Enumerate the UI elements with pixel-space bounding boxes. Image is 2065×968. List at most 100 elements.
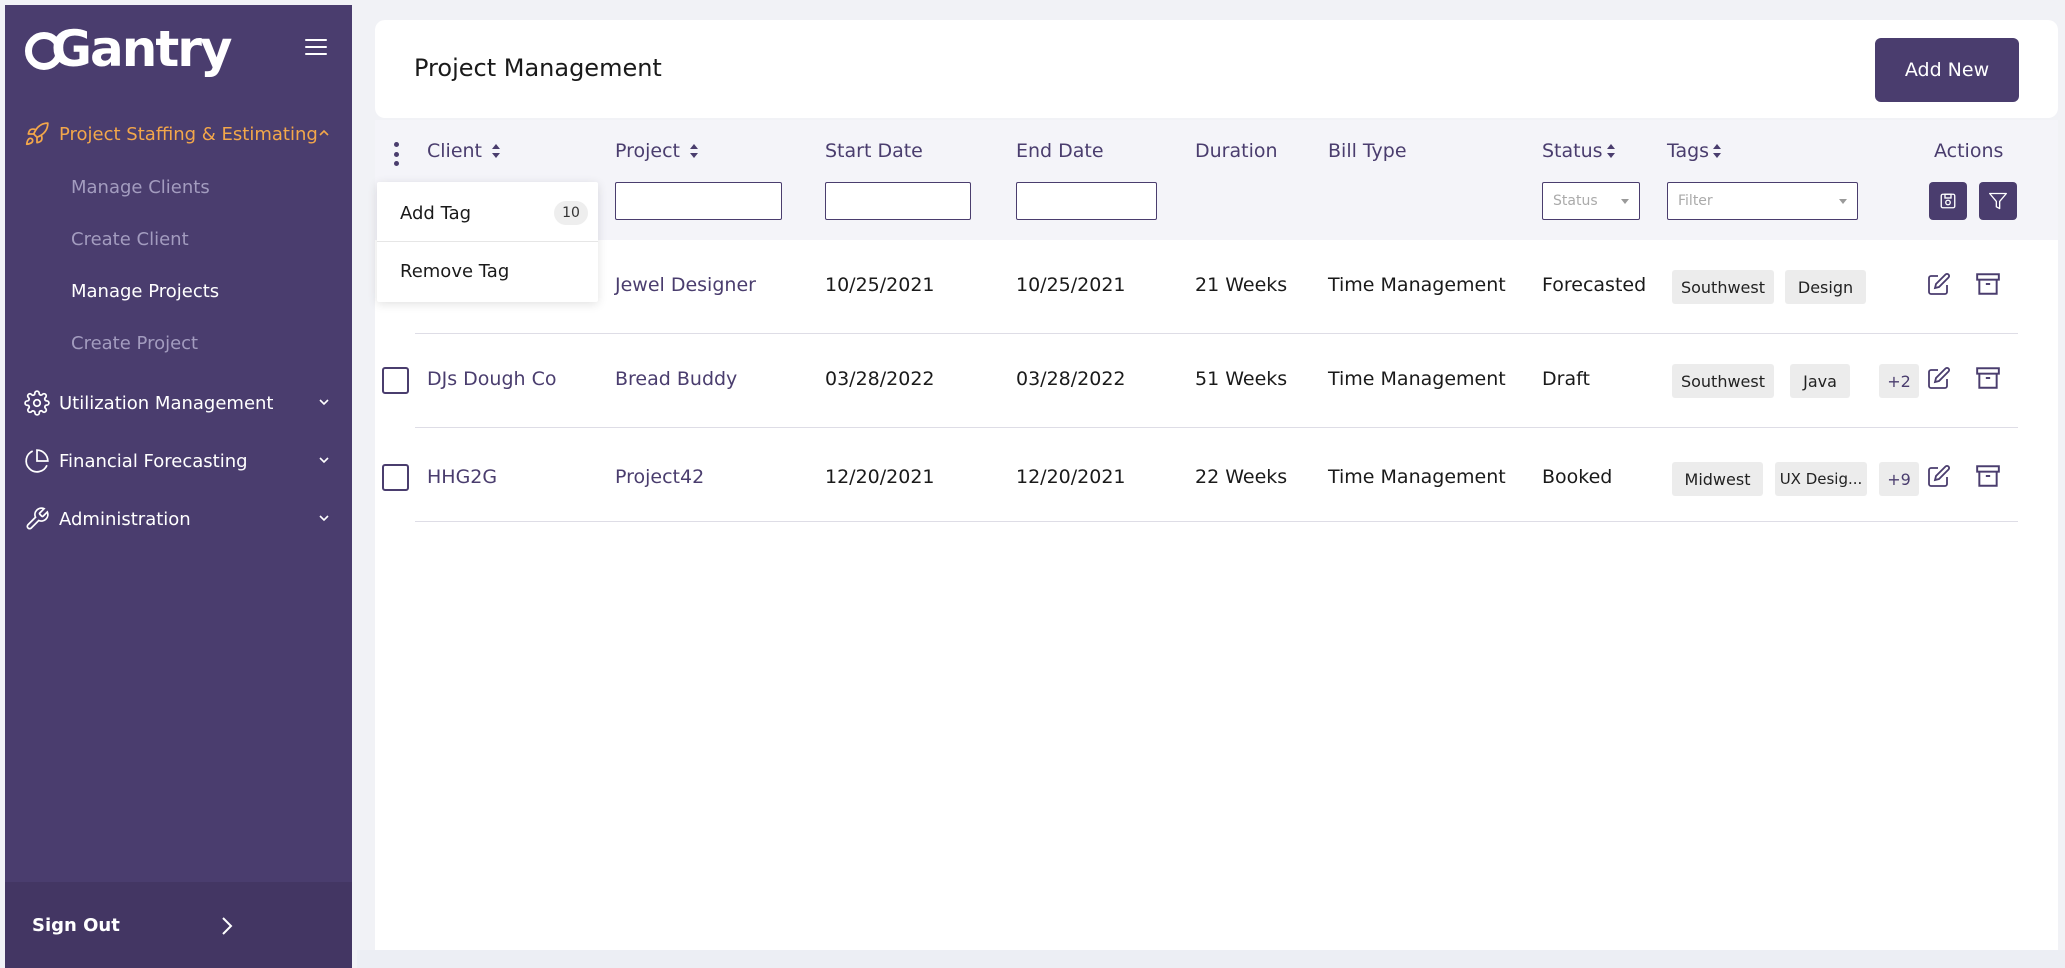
- project-link[interactable]: Project42: [615, 466, 704, 488]
- row-checkbox[interactable]: [382, 464, 409, 491]
- bulk-actions-menu: Add Tag 10 Remove Tag: [377, 182, 598, 302]
- end-date-cell: 12/20/2021: [1016, 466, 1126, 488]
- sidebar-section-financial[interactable]: Financial Forecasting: [5, 438, 352, 484]
- caret-down-icon: [1839, 198, 1847, 204]
- start-date-cell: 12/20/2021: [825, 466, 935, 488]
- column-header-actions: Actions: [1934, 140, 2004, 162]
- tag-chip: Java: [1790, 364, 1850, 398]
- column-header-project[interactable]: Project: [615, 140, 699, 162]
- more-options-icon[interactable]: [392, 142, 400, 166]
- edit-icon: [1928, 273, 1950, 295]
- save-filter-button[interactable]: [1929, 182, 1967, 220]
- tag-chip: Design: [1785, 270, 1866, 304]
- chevron-down-icon: [319, 515, 329, 522]
- table-row: HHG2G Project42 12/20/2021 12/20/2021 22…: [382, 428, 2018, 522]
- project-link[interactable]: Jewel Designer: [615, 274, 756, 296]
- filter-button[interactable]: [1979, 182, 2017, 220]
- status-cell: Booked: [1542, 466, 1613, 488]
- sort-icon: [690, 144, 699, 158]
- column-header-tags[interactable]: Tags: [1667, 140, 1722, 162]
- table-row: Jewel Designer 10/25/2021 10/25/2021 21 …: [415, 240, 2018, 334]
- column-header-end-date: End Date: [1016, 140, 1104, 162]
- sidebar-item-create-client[interactable]: Create Client: [71, 229, 189, 250]
- archive-button[interactable]: [1972, 362, 2004, 394]
- status-cell: Draft: [1542, 368, 1590, 390]
- archive-button[interactable]: [1972, 460, 2004, 492]
- edit-button[interactable]: [1923, 460, 1955, 492]
- sidebar-section-label: Administration: [59, 508, 191, 530]
- wrench-icon: [23, 505, 51, 533]
- save-icon: [1940, 193, 1956, 209]
- scrollbar-track[interactable]: [357, 950, 2065, 968]
- edit-button[interactable]: [1923, 362, 1955, 394]
- sidebar-section-project-staffing[interactable]: Project Staffing & Estimating: [5, 111, 352, 157]
- client-link[interactable]: HHG2G: [427, 466, 497, 488]
- bill-type-cell: Time Management: [1328, 274, 1506, 296]
- menu-item-remove-tag[interactable]: Remove Tag: [377, 243, 598, 300]
- sign-out-label: Sign Out: [32, 914, 120, 936]
- row-checkbox[interactable]: [382, 367, 409, 394]
- chevron-down-icon: [319, 457, 329, 464]
- archive-button[interactable]: [1972, 268, 2004, 300]
- client-link[interactable]: DJs Dough Co: [427, 368, 557, 390]
- sidebar-item-manage-projects[interactable]: Manage Projects: [71, 281, 219, 302]
- selection-count-badge: 10: [554, 201, 588, 225]
- archive-icon: [1976, 367, 2000, 389]
- app-frame: Gantry Project Staffing & Estimating Man…: [0, 0, 2065, 968]
- caret-down-icon: [1621, 198, 1629, 204]
- tag-chip: Southwest: [1672, 364, 1774, 398]
- column-header-status[interactable]: Status: [1542, 140, 1615, 162]
- status-cell: Forecasted: [1542, 274, 1647, 296]
- table-header: Client Project Start Date End Date Durat…: [375, 120, 2058, 240]
- chevron-up-icon: [319, 129, 329, 136]
- sort-icon: [1713, 144, 1722, 158]
- sort-icon: [1606, 144, 1615, 158]
- gear-icon: [23, 389, 51, 417]
- sidebar-section-label: Utilization Management: [59, 392, 274, 414]
- start-date-cell: 10/25/2021: [825, 274, 935, 296]
- tag-chip: UX Desig...: [1775, 462, 1867, 496]
- chevron-right-icon: [222, 917, 233, 935]
- column-header-bill-type: Bill Type: [1328, 140, 1407, 162]
- sidebar-item-create-project[interactable]: Create Project: [71, 333, 198, 354]
- more-tags-chip[interactable]: +9: [1879, 462, 1919, 496]
- sidebar-section-label: Project Staffing & Estimating: [59, 123, 318, 145]
- duration-cell: 21 Weeks: [1195, 274, 1288, 296]
- tag-chip: Midwest: [1672, 462, 1763, 496]
- bill-type-cell: Time Management: [1328, 368, 1506, 390]
- archive-icon: [1976, 273, 2000, 295]
- end-date-cell: 10/25/2021: [1016, 274, 1126, 296]
- rocket-icon: [23, 120, 51, 148]
- duration-cell: 51 Weeks: [1195, 368, 1288, 390]
- start-date-filter-input[interactable]: [825, 182, 971, 220]
- status-filter-select[interactable]: Status: [1542, 182, 1640, 220]
- sidebar: Gantry Project Staffing & Estimating Man…: [5, 5, 352, 968]
- end-date-cell: 03/28/2022: [1016, 368, 1126, 390]
- add-tag-label: Add Tag: [400, 202, 472, 224]
- chevron-down-icon: [319, 399, 329, 406]
- end-date-filter-input[interactable]: [1016, 182, 1157, 220]
- page-header: Project Management Add New: [375, 20, 2058, 118]
- column-header-start-date: Start Date: [825, 140, 923, 162]
- sidebar-item-manage-clients[interactable]: Manage Clients: [71, 177, 210, 198]
- sidebar-section-administration[interactable]: Administration: [5, 496, 352, 542]
- start-date-cell: 03/28/2022: [825, 368, 935, 390]
- more-tags-chip[interactable]: +2: [1879, 364, 1919, 398]
- column-header-client[interactable]: Client: [427, 140, 501, 162]
- logo: Gantry: [25, 19, 233, 79]
- sign-out-button[interactable]: Sign Out: [5, 882, 352, 968]
- sort-icon: [492, 144, 501, 158]
- edit-button[interactable]: [1923, 268, 1955, 300]
- edit-icon: [1928, 367, 1950, 389]
- project-filter-input[interactable]: [615, 182, 782, 220]
- sidebar-section-utilization[interactable]: Utilization Management: [5, 380, 352, 426]
- project-link[interactable]: Bread Buddy: [615, 368, 737, 390]
- logo-text: Gantry: [51, 20, 233, 78]
- menu-toggle-icon[interactable]: [305, 39, 327, 55]
- tag-chip: Southwest: [1672, 270, 1774, 304]
- page-title: Project Management: [414, 54, 662, 82]
- menu-item-add-tag[interactable]: Add Tag 10: [377, 185, 598, 242]
- column-header-duration: Duration: [1195, 140, 1278, 162]
- add-new-button[interactable]: Add New: [1875, 38, 2019, 102]
- tags-filter-select[interactable]: Filter: [1667, 182, 1858, 220]
